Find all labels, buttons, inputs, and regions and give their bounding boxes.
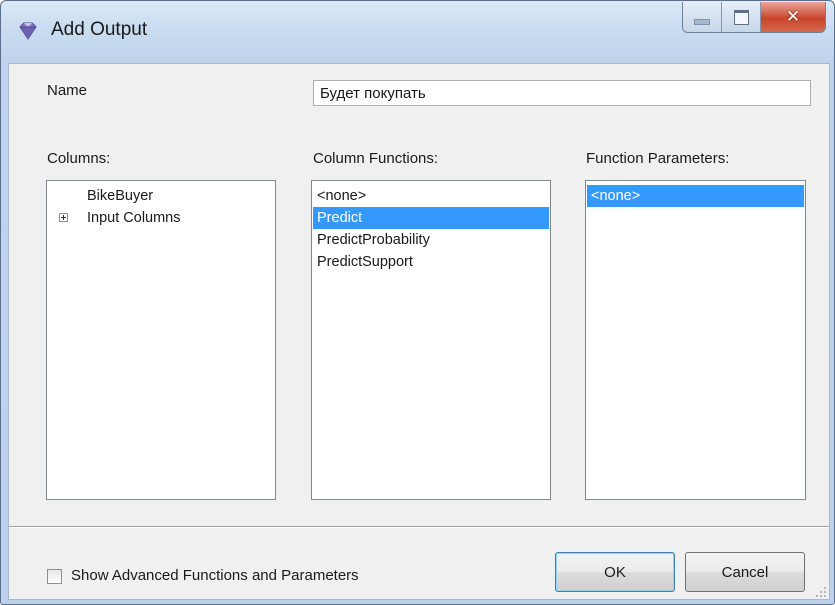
tree-item-label: BikeBuyer bbox=[87, 188, 154, 204]
ok-button[interactable]: OK bbox=[555, 552, 675, 592]
list-item-none[interactable]: <none> bbox=[313, 185, 549, 207]
show-advanced-label[interactable]: Show Advanced Functions and Parameters bbox=[71, 567, 359, 584]
gem-icon bbox=[17, 21, 39, 41]
function-parameters-label: Function Parameters: bbox=[586, 150, 730, 167]
maximize-icon bbox=[733, 9, 749, 25]
window-title: Add Output bbox=[51, 19, 148, 40]
columns-label: Columns: bbox=[47, 150, 111, 167]
column-functions-label: Column Functions: bbox=[313, 150, 439, 167]
name-input[interactable] bbox=[313, 80, 811, 106]
close-icon: ✕ bbox=[785, 7, 801, 27]
minimize-icon bbox=[694, 19, 710, 25]
tree-item-label: Input Columns bbox=[87, 210, 181, 226]
tree-item-bikebuyer[interactable]: BikeBuyer bbox=[47, 185, 275, 207]
cancel-button[interactable]: Cancel bbox=[685, 552, 805, 592]
column-functions-list[interactable]: <none> Predict PredictProbability Predic… bbox=[311, 180, 551, 500]
show-advanced-checkbox[interactable] bbox=[47, 569, 62, 584]
dialog-body: Name Columns: Column Functions: Function… bbox=[8, 63, 830, 600]
add-output-dialog: Add Output ✕ Name Columns: Column Functi… bbox=[0, 0, 835, 605]
maximize-button[interactable] bbox=[722, 2, 761, 32]
list-item-predict-probability[interactable]: PredictProbability bbox=[313, 229, 549, 251]
columns-tree[interactable]: BikeBuyer Input Columns bbox=[46, 180, 276, 500]
minimize-button[interactable] bbox=[683, 2, 722, 32]
list-item-none[interactable]: <none> bbox=[587, 185, 804, 207]
tree-item-input-columns[interactable]: Input Columns bbox=[47, 207, 275, 229]
resize-grip-icon[interactable] bbox=[815, 585, 827, 597]
separator bbox=[9, 526, 829, 528]
list-item-predict-support[interactable]: PredictSupport bbox=[313, 251, 549, 273]
title-bar[interactable]: Add Output ✕ bbox=[1, 1, 834, 63]
plus-box-icon[interactable] bbox=[59, 213, 68, 222]
close-button[interactable]: ✕ bbox=[761, 2, 825, 32]
function-parameters-list[interactable]: <none> bbox=[585, 180, 806, 500]
window-controls: ✕ bbox=[682, 2, 826, 33]
list-item-predict[interactable]: Predict bbox=[313, 207, 549, 229]
name-label: Name bbox=[47, 82, 88, 99]
